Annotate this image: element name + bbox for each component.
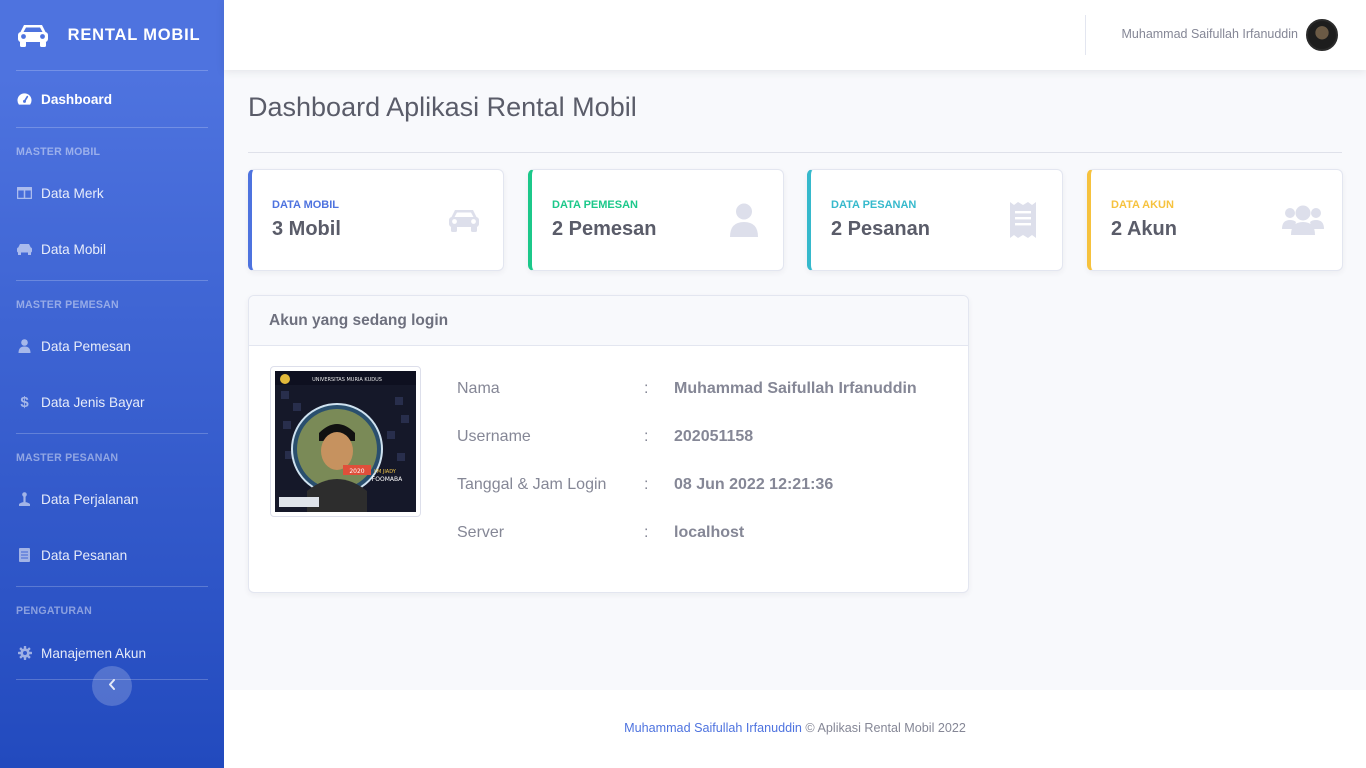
- footer-copyright: © Aplikasi Rental Mobil 2022: [805, 721, 966, 735]
- info-value: 08 Jun 2022 12:21:36: [674, 476, 834, 493]
- info-separator: :: [644, 476, 649, 493]
- car-icon: [16, 21, 50, 49]
- svg-text:FOOMABA: FOOMABA: [372, 476, 403, 483]
- sidebar-item-data-pemesan[interactable]: Data Pemesan: [0, 321, 224, 371]
- info-value: localhost: [674, 524, 745, 541]
- info-value: 202051158: [674, 428, 754, 445]
- sidebar-item-data-jenis-bayar[interactable]: $ Data Jenis Bayar: [0, 371, 224, 433]
- stat-value: 2 Akun: [1111, 218, 1177, 240]
- stat-card-pesanan[interactable]: DATA PESANAN 2 Pesanan: [807, 169, 1063, 271]
- sidebar-item-label: Manajemen Akun: [41, 645, 147, 661]
- sidebar-item-label: Dashboard: [41, 91, 113, 107]
- car-icon: [443, 202, 485, 238]
- info-separator: :: [644, 524, 649, 541]
- topbar: Muhammad Saifullah Irfanuddin: [224, 0, 1366, 70]
- user-icon: [723, 202, 765, 238]
- info-separator: :: [644, 428, 649, 445]
- stat-card-mobil[interactable]: DATA MOBIL 3 Mobil: [248, 169, 504, 271]
- avatar[interactable]: [1306, 19, 1338, 51]
- stat-value: 2 Pemesan: [552, 218, 657, 240]
- info-key: Tanggal & Jam Login: [457, 476, 607, 493]
- sidebar-item-dashboard[interactable]: Dashboard: [0, 71, 224, 127]
- topbar-user-name[interactable]: Muhammad Saifullah Irfanuddin: [1122, 0, 1299, 68]
- svg-text:I'M JIADY: I'M JIADY: [374, 469, 397, 475]
- dollar-icon: $: [20, 393, 29, 411]
- sidebar-brand[interactable]: RENTAL MOBIL: [0, 0, 224, 70]
- receipt-icon: [16, 548, 33, 562]
- profile-photo: UNIVERSITAS MURIA KUDUS 2020 I'M JIADY F…: [270, 366, 421, 517]
- info-value: Muhammad Saifullah Irfanuddin: [674, 380, 917, 397]
- user-icon: [16, 339, 33, 353]
- sidebar-toggle-button[interactable]: [92, 666, 132, 706]
- car-icon: [16, 242, 33, 256]
- stat-value: 3 Mobil: [272, 218, 341, 240]
- gear-icon: [16, 646, 33, 660]
- receipt-icon: [1002, 202, 1044, 238]
- stat-value: 2 Pesanan: [831, 218, 930, 240]
- sidebar-item-label: Data Pemesan: [41, 338, 131, 354]
- tachometer-icon: [16, 92, 33, 106]
- svg-text:2020: 2020: [349, 468, 364, 475]
- sidebar-item-label: Data Perjalanan: [41, 491, 139, 507]
- info-key: Server: [457, 524, 505, 541]
- stat-label: DATA PESANAN: [831, 199, 917, 211]
- route-icon: [16, 492, 33, 506]
- sidebar: RENTAL MOBIL Dashboard MASTER MOBIL Data…: [0, 0, 224, 768]
- footer-author-link[interactable]: Muhammad Saifullah Irfanuddin: [624, 721, 802, 735]
- stat-label: DATA MOBIL: [272, 199, 340, 211]
- sidebar-item-data-mobil[interactable]: Data Mobil: [0, 218, 224, 280]
- brand-title: RENTAL MOBIL: [67, 26, 201, 44]
- sidebar-item-label: Data Pesanan: [41, 547, 128, 563]
- users-icon: [1282, 202, 1324, 238]
- svg-text:UNIVERSITAS MURIA KUDUS: UNIVERSITAS MURIA KUDUS: [312, 377, 382, 383]
- chevron-left-icon: [108, 677, 116, 695]
- info-key: Nama: [457, 380, 500, 397]
- stat-label: DATA AKUN: [1111, 199, 1174, 211]
- page-divider: [248, 152, 1342, 153]
- stat-card-pemesan[interactable]: DATA PEMESAN 2 Pemesan: [528, 169, 784, 271]
- sidebar-item-label: Data Jenis Bayar: [41, 394, 145, 410]
- info-key: Username: [457, 428, 531, 445]
- login-account-card: Akun yang sedang login UNIVERSITAS MURIA…: [248, 295, 969, 593]
- sidebar-item-data-merk[interactable]: Data Merk: [0, 168, 224, 218]
- sidebar-item-data-perjalanan[interactable]: Data Perjalanan: [0, 474, 224, 524]
- login-card-title: Akun yang sedang login: [249, 296, 968, 346]
- sidebar-item-label: Data Mobil: [41, 241, 106, 257]
- columns-icon: [16, 186, 33, 200]
- page-title: Dashboard Aplikasi Rental Mobil: [248, 92, 637, 122]
- info-separator: :: [644, 380, 649, 397]
- footer: Muhammad Saifullah Irfanuddin © Aplikasi…: [224, 690, 1366, 768]
- topbar-divider: [1085, 15, 1086, 55]
- sidebar-item-data-pesanan[interactable]: Data Pesanan: [0, 524, 224, 586]
- stat-label: DATA PEMESAN: [552, 199, 638, 211]
- sidebar-item-label: Data Merk: [41, 185, 104, 201]
- stat-card-akun[interactable]: DATA AKUN 2 Akun: [1087, 169, 1343, 271]
